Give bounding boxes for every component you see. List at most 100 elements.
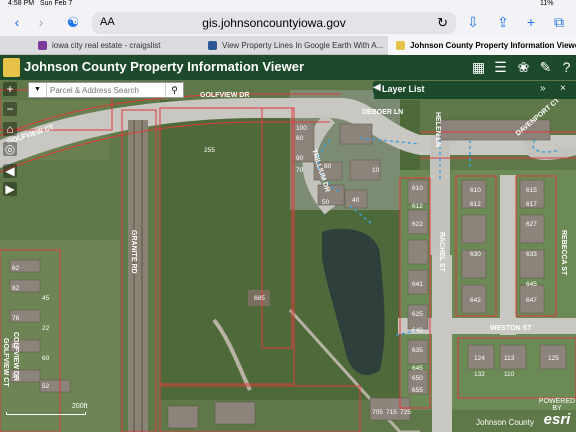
layer-list-panel[interactable]: ◀ Layer List » × [373, 81, 576, 99]
tab-label: View Property Lines In Google Earth With… [222, 41, 384, 50]
next-extent-icon[interactable]: ▶ [3, 182, 17, 196]
parcel-number: 60 [296, 135, 304, 142]
search-icon[interactable]: ⚲ [165, 83, 183, 97]
esri-logo[interactable]: POWERED BY esri [538, 398, 576, 427]
tab-favicon [38, 41, 47, 50]
parcel-number: 612 [470, 201, 481, 208]
home-icon[interactable]: ⌂ [3, 122, 17, 136]
tab-property-viewer[interactable]: Johnson County Property Information View… [388, 36, 576, 55]
street-label: RACHEL ST [438, 232, 445, 273]
parcel-number: 132 [474, 371, 485, 378]
edit-icon[interactable]: ✎ [535, 57, 556, 78]
address-bar[interactable]: AA gis.johnsoncountyiowa.gov ↻ [92, 12, 456, 34]
parcel-number: 725 [400, 409, 411, 416]
parcel-number: 110 [504, 371, 515, 378]
esri-wordmark: esri [543, 411, 571, 428]
parcel-number: 622 [412, 221, 423, 228]
status-time: 4:58 PM [8, 0, 35, 7]
parcel-number: 52 [42, 383, 50, 390]
chevron-left-icon[interactable]: ◀ [373, 82, 381, 93]
help-icon[interactable]: ? [556, 57, 576, 78]
parcel-number: 113 [504, 355, 515, 362]
browser-toolbar: ‹ › ☯ AA gis.johnsoncountyiowa.gov ↻ ⇩ ⇪… [0, 8, 576, 36]
tab-label: iowa city real estate - craigslist [52, 41, 161, 50]
zoom-out-button[interactable]: − [3, 102, 17, 116]
locate-icon[interactable]: ◎ [3, 142, 17, 156]
parcel-number: 625 [412, 311, 423, 318]
forward-icon[interactable]: › [30, 8, 52, 36]
parcel-number: 60 [42, 355, 50, 362]
layers-icon[interactable]: ☰ [490, 57, 511, 78]
tab-bar: iowa city real estate - craigslist View … [0, 36, 576, 55]
parcel-number: 610 [412, 185, 423, 192]
reload-icon[interactable]: ↻ [437, 15, 448, 31]
parcel-number: 125 [548, 355, 559, 362]
download-icon[interactable]: ⇩ [462, 8, 484, 36]
parcel-number: 124 [474, 355, 485, 362]
parcel-number: 627 [526, 221, 537, 228]
tab-favicon [396, 41, 405, 50]
parcel-number: 50 [322, 199, 330, 206]
search-input[interactable] [50, 84, 164, 96]
parcel-number: 630 [470, 251, 481, 258]
collapse-icon[interactable]: » [540, 83, 546, 94]
esri-tagline: POWERED BY [538, 398, 576, 412]
parcel-number: 635 [412, 347, 423, 354]
parcel-number: 705 [372, 409, 383, 416]
back-icon[interactable]: ‹ [6, 8, 28, 36]
parcel-number: 100 [296, 125, 307, 132]
parcel-number: 645 [412, 365, 423, 372]
tab-craigslist[interactable]: iowa city real estate - craigslist [30, 36, 200, 55]
street-label: GOLFVIEW CT [2, 338, 9, 387]
scale-label: 200ft [72, 403, 88, 410]
parcel-number: 62 [12, 265, 20, 272]
county-logo [3, 58, 20, 77]
parcel-number: 82 [12, 285, 20, 292]
palette-icon[interactable]: ❀ [513, 57, 534, 78]
status-battery: 11% [540, 0, 554, 7]
previous-extent-icon[interactable]: ◀ [3, 164, 17, 178]
street-label: DEBOER LN [362, 109, 403, 116]
street-label: WESTON ST [490, 325, 532, 332]
tab-google-earth[interactable]: View Property Lines In Google Earth With… [200, 36, 388, 55]
parcel-number: 615 [526, 187, 537, 194]
parcel-number: 255 [204, 147, 215, 154]
parcel-number: 70 [296, 167, 304, 174]
parcel-search: ▼ ⚲ [28, 82, 184, 98]
map-view[interactable]: GOLFVIEW DR GOLFVIEW CT DEBOER LN TRILLI… [0, 80, 576, 432]
app-header: Johnson County Property Information View… [0, 55, 576, 80]
book-icon[interactable]: ☯ [62, 8, 84, 36]
new-tab-icon[interactable]: + [520, 8, 542, 36]
grid-icon[interactable]: ▦ [468, 57, 489, 78]
parcel-number: 640 [412, 327, 423, 334]
close-icon[interactable]: × [560, 83, 566, 94]
parcel-number: 610 [470, 187, 481, 194]
street-label: REBECCA ST [560, 230, 567, 276]
tab-favicon [208, 41, 217, 50]
parcel-number: 650 [412, 375, 423, 382]
parcel-number: 34 [12, 373, 20, 380]
share-icon[interactable]: ⇪ [492, 8, 514, 36]
status-date: Sun Feb 7 [40, 0, 73, 7]
parcel-number: 685 [254, 295, 265, 302]
parcel-number: 80 [324, 163, 332, 170]
parcel-number: 645 [526, 281, 537, 288]
aerial-map[interactable]: GOLFVIEW DR GOLFVIEW CT DEBOER LN TRILLI… [0, 80, 576, 432]
zoom-in-button[interactable]: + [3, 82, 17, 96]
app-title: Johnson County Property Information View… [24, 59, 305, 74]
parcel-number: 715 [386, 409, 397, 416]
layer-list-title: Layer List [382, 84, 425, 94]
parcel-number: 641 [412, 281, 423, 288]
parcel-number: 45 [42, 295, 50, 302]
parcel-number: 76 [12, 315, 20, 322]
parcel-number: 40 [352, 197, 360, 204]
tab-label: Johnson County Property Information View… [410, 41, 576, 50]
parcel-number: 90 [296, 155, 304, 162]
parcel-number: 10 [372, 167, 380, 174]
parcel-number: 642 [470, 297, 481, 304]
street-label: GRANITE RD [130, 230, 137, 274]
scale-bar: 200ft [6, 403, 106, 416]
search-source-dropdown[interactable]: ▼ [29, 83, 47, 97]
url-text: gis.johnsoncountyiowa.gov [202, 16, 346, 30]
tabs-icon[interactable]: ⧉ [548, 8, 570, 36]
